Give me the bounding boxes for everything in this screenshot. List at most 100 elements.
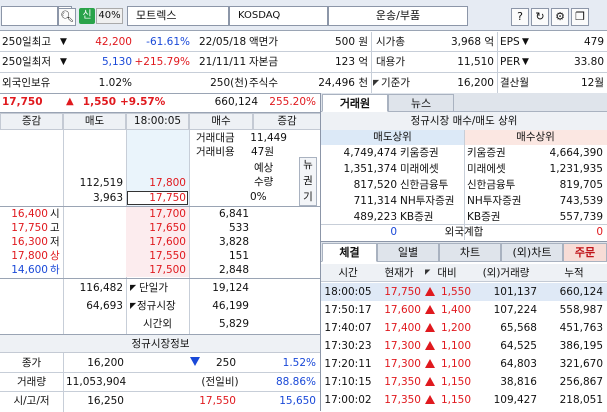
trade-time: 17:20:11 [324, 358, 372, 370]
open-tag: 시 [50, 208, 60, 220]
lower-limit-tag: 하 [50, 264, 60, 276]
th-price: 현재가 [375, 264, 423, 282]
tab-foreign-chart[interactable]: (외)차트 [501, 243, 563, 262]
bid-qty: 3,828 [218, 236, 249, 248]
trade-cumulative: 218,051 [559, 394, 603, 406]
down-triangle-icon [190, 354, 200, 372]
trade-volume: 64,803 [500, 358, 537, 370]
high250-rate: -61.61% [146, 36, 190, 48]
buy-broker-qty: 4,664,390 [549, 147, 603, 159]
stock-toolbar: 118990 ▼ 🔍︎ 신 40% 모트렉스 KOSDAQ 운송/부품 ? ↻ … [0, 0, 607, 31]
table-row: 17:40:07 17,400 1,200 65,568 451,763 [321, 319, 607, 337]
trade-cumulative: 451,763 [559, 322, 603, 334]
close-change: 250 [215, 357, 236, 369]
trade-volume: 660,124 [214, 96, 258, 108]
side-tab-rights[interactable]: 권 [299, 173, 317, 189]
buy-broker-name[interactable]: 키움증권 [467, 145, 531, 161]
bid-price[interactable]: 17,600 [126, 235, 186, 249]
buy-broker-name[interactable]: KB증권 [467, 209, 531, 225]
current-quote-bar: 17,750 ▲ 1,550 +9.57% 660,124 255.20% [0, 93, 321, 112]
sell-broker-name[interactable]: 미래에셋 [400, 161, 464, 177]
bid-price[interactable]: 17,650 [126, 221, 186, 235]
high-price: 17,750 [11, 222, 48, 234]
side-tab-institution[interactable]: 기 [299, 189, 317, 205]
low-price: 16,300 [11, 236, 48, 248]
buy-broker-name[interactable]: 미래에셋 [467, 161, 531, 177]
bid-price[interactable]: 17,500 [126, 263, 186, 277]
high250-date: 22/05/18 [199, 36, 247, 48]
ob-header-ask: 매도 [63, 113, 126, 130]
expected-qty-label: 수량 [254, 176, 274, 188]
marker-icon: ◤ [130, 283, 137, 292]
settings-icon[interactable]: ⚙ [551, 8, 569, 26]
ask-price-current[interactable]: 17,750 [126, 190, 186, 207]
ask-total: 116,482 [79, 282, 123, 294]
side-tab-news[interactable]: 뉴 [299, 157, 317, 173]
trade-time: 17:30:23 [324, 340, 372, 352]
trade-cumulative: 660,124 [559, 286, 603, 298]
tab-chart[interactable]: 차트 [439, 243, 501, 262]
bid-price[interactable]: 17,550 [126, 249, 186, 263]
trade-diff: 1,200 [440, 322, 471, 334]
chevron-down-icon[interactable]: ▼ [522, 53, 529, 71]
low250-price: 5,130 [101, 56, 132, 68]
volume-rate: 255.20% [269, 96, 316, 108]
low250-date: 21/11/11 [199, 56, 247, 68]
change-rate: +9.57% [120, 96, 166, 108]
price-change: 1,550 [82, 96, 116, 108]
after-hours-qty: 5,829 [218, 318, 249, 330]
sell-broker-name[interactable]: 키움증권 [400, 145, 464, 161]
th-time: 시간 [321, 264, 375, 282]
fiscal-month-label: 결산월 [500, 77, 529, 89]
low250-label: 250일최저 [2, 56, 52, 68]
trade-time: 17:00:02 [324, 394, 372, 406]
bid-qty: 6,841 [218, 208, 249, 220]
trade-volume: 64,525 [500, 340, 537, 352]
question-icon[interactable]: ? [511, 8, 529, 26]
trade-cost-label: 거래비용 [196, 146, 235, 158]
search-icon[interactable]: 🔍︎ [58, 8, 76, 26]
sell-broker-name[interactable]: KB증권 [400, 209, 464, 225]
table-row: 17:10:15 17,350 1,150 38,816 256,867 [321, 373, 607, 391]
tab-executions[interactable]: 체결 [322, 243, 377, 262]
th-volume: (외)거래량 [471, 264, 541, 282]
ask-bid-diff: 64,693 [86, 300, 123, 312]
buy-broker-qty: 557,739 [559, 211, 603, 223]
bid-qty: 533 [228, 222, 249, 234]
sell-broker-name[interactable]: NH투자증권 [400, 193, 464, 209]
single-price-qty: 19,124 [212, 282, 249, 294]
bid-price[interactable]: 17,700 [126, 207, 186, 221]
orderbook: 증감 매도 18:00:05 매수 증감 거래대금 11,449 거래비용 47… [0, 112, 321, 335]
sell-broker-name[interactable]: 신한금융투 [400, 177, 464, 193]
refresh-icon[interactable]: ↻ [531, 8, 549, 26]
copy-icon[interactable]: ❐ [571, 8, 589, 26]
ob-header-ask-change: 증감 [0, 113, 63, 130]
expected-pct: 0% [250, 191, 267, 203]
close-price: 16,200 [87, 357, 124, 369]
buy-broker-qty: 819,705 [559, 179, 603, 191]
tab-daily[interactable]: 일별 [377, 243, 439, 262]
stock-code-input[interactable]: 118990 [1, 6, 58, 26]
open-value: 16,250 [87, 395, 124, 407]
table-row: 17:20:11 17,300 1,100 64,803 321,670 [321, 355, 607, 373]
chevron-down-icon[interactable]: ▼ [60, 53, 67, 71]
foreign-sum-label: 외국계합 [444, 226, 484, 238]
trade-price: 17,300 [384, 358, 421, 370]
buy-top-header: 매수상위 [464, 130, 607, 145]
chevron-down-icon[interactable]: ▼ [60, 33, 67, 51]
tab-order[interactable]: 주문 [563, 243, 607, 262]
tab-news[interactable]: 뉴스 [388, 94, 454, 112]
broker-panel: 거래원 뉴스 정규시장 매수/매도 상위 매도상위 매수상위 4,749,474… [321, 93, 607, 241]
table-row: 17:00:02 17,350 1,150 109,427 218,051 [321, 391, 607, 409]
foreign-hold-rate: 1.02% [98, 77, 132, 89]
chevron-down-icon[interactable]: ▼ [522, 33, 529, 51]
tab-broker[interactable]: 거래원 [322, 94, 388, 112]
buy-broker-name[interactable]: 신한금융투 [467, 177, 531, 193]
ob-header-bid-change: 증감 [253, 113, 321, 130]
trade-volume: 101,137 [493, 286, 537, 298]
buy-broker-name[interactable]: NH투자증권 [467, 193, 531, 209]
ask-qty: 3,963 [92, 192, 123, 204]
sell-broker-qty: 4,749,474 [343, 147, 397, 159]
trade-cumulative: 558,987 [559, 304, 603, 316]
trade-price: 17,350 [384, 376, 421, 388]
